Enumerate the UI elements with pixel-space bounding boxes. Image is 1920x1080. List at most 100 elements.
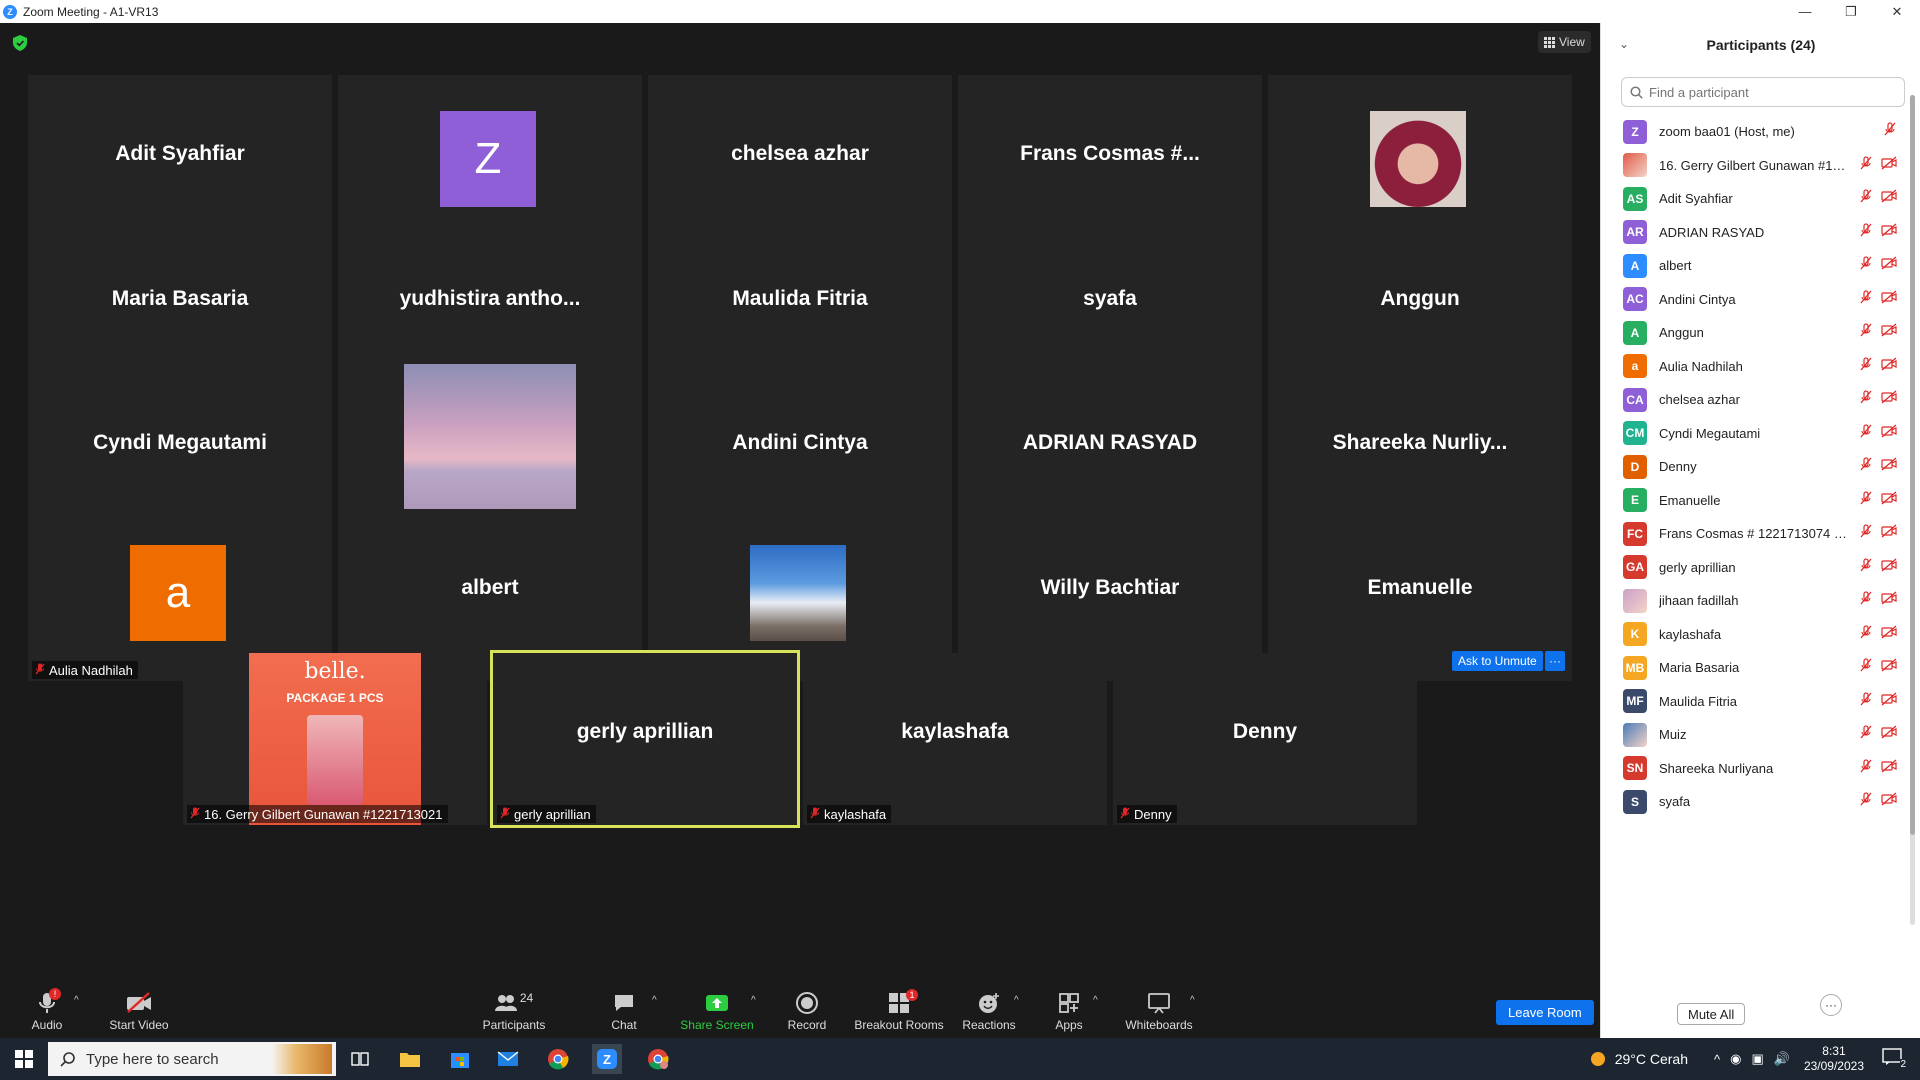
video-off-icon[interactable] xyxy=(1881,156,1897,175)
view-button[interactable]: View xyxy=(1538,31,1591,53)
video-off-icon[interactable] xyxy=(1881,558,1897,577)
participants-button[interactable]: 24 Participants xyxy=(478,983,550,1038)
video-off-icon[interactable] xyxy=(1881,591,1897,610)
muted-mic-icon[interactable] xyxy=(1883,122,1897,141)
notifications-icon[interactable]: 2 xyxy=(1882,1048,1906,1070)
muted-mic-icon[interactable] xyxy=(1859,792,1873,811)
muted-mic-icon[interactable] xyxy=(1859,155,1873,175)
participant-row[interactable]: AR ADRIAN RASYAD xyxy=(1601,216,1911,249)
video-tile[interactable]: Denny Denny xyxy=(1113,653,1417,825)
participant-row[interactable]: Ssyafa xyxy=(1601,785,1911,818)
muted-mic-icon[interactable] xyxy=(1859,658,1873,677)
muted-mic-icon[interactable] xyxy=(1859,390,1873,409)
chrome-profile-icon[interactable] xyxy=(644,1045,672,1073)
chrome-icon[interactable] xyxy=(544,1045,572,1073)
record-button[interactable]: Record xyxy=(784,983,830,1038)
participant-row[interactable]: 16. Gerry Gilbert Gunawan #12... xyxy=(1601,149,1911,182)
muted-mic-icon[interactable] xyxy=(1859,423,1873,443)
muted-mic-icon[interactable] xyxy=(1859,457,1873,476)
muted-mic-icon[interactable] xyxy=(1859,356,1873,376)
muted-mic-icon[interactable] xyxy=(1859,256,1873,275)
video-tile[interactable]: gerly aprillian gerly aprillian xyxy=(490,650,800,828)
video-off-icon[interactable] xyxy=(1881,725,1897,744)
video-off-icon[interactable] xyxy=(1881,524,1897,543)
share-options-caret[interactable]: ^ xyxy=(751,995,756,1006)
muted-mic-icon[interactable] xyxy=(1859,725,1873,744)
participant-row[interactable]: Kkaylashafa xyxy=(1601,618,1911,651)
taskbar-search[interactable]: Type here to search xyxy=(48,1042,336,1076)
mail-icon[interactable] xyxy=(494,1045,522,1073)
muted-mic-icon[interactable] xyxy=(1859,691,1873,711)
muted-mic-icon[interactable] xyxy=(1859,289,1873,309)
participant-row[interactable]: A Anggun xyxy=(1601,316,1911,349)
audio-button[interactable]: Audio ! xyxy=(22,983,72,1038)
video-off-icon[interactable] xyxy=(1881,658,1897,677)
muted-mic-icon[interactable] xyxy=(1859,557,1873,577)
minimize-button[interactable]: — xyxy=(1782,0,1828,23)
audio-options-caret[interactable]: ^ xyxy=(74,995,79,1006)
muted-mic-icon[interactable] xyxy=(1859,222,1873,242)
video-off-icon[interactable] xyxy=(1881,189,1897,208)
encryption-shield-icon[interactable] xyxy=(13,35,27,51)
clock[interactable]: 8:31 23/09/2023 xyxy=(1804,1044,1864,1074)
participant-search-input[interactable] xyxy=(1649,84,1889,100)
video-tile[interactable]: kaylashafa kaylashafa xyxy=(803,653,1107,825)
participant-row[interactable]: Aalbert xyxy=(1601,249,1911,282)
video-off-icon[interactable] xyxy=(1881,625,1897,644)
whiteboards-button[interactable]: Whiteboards xyxy=(1122,983,1196,1038)
close-button[interactable]: ✕ xyxy=(1874,0,1920,23)
leave-room-button[interactable]: Leave Room xyxy=(1496,1000,1594,1025)
start-windows-icon[interactable] xyxy=(10,1045,38,1073)
muted-mic-icon[interactable] xyxy=(1859,758,1873,778)
network-icon[interactable]: ▣ xyxy=(1751,1051,1763,1067)
muted-mic-icon[interactable] xyxy=(1859,591,1873,610)
video-off-icon[interactable] xyxy=(1881,424,1897,443)
muted-mic-icon[interactable] xyxy=(1859,624,1873,644)
chat-button[interactable]: Chat xyxy=(604,983,644,1038)
participant-row[interactable]: MF Maulida Fitria xyxy=(1601,685,1911,718)
muted-mic-icon[interactable] xyxy=(1859,490,1873,510)
scrollbar-thumb[interactable] xyxy=(1910,95,1915,835)
breakout-rooms-button[interactable]: Breakout Rooms 1 xyxy=(852,983,946,1038)
participant-row[interactable]: Zzoom baa01 (Host, me) xyxy=(1601,115,1911,148)
video-off-icon[interactable] xyxy=(1881,223,1897,242)
participant-row[interactable]: SN Shareeka Nurliyana xyxy=(1601,752,1911,785)
whiteboards-options-caret[interactable]: ^ xyxy=(1190,995,1195,1006)
participant-row[interactable]: D Denny xyxy=(1601,450,1911,483)
participant-row[interactable]: GA gerly aprillian xyxy=(1601,551,1911,584)
share-screen-button[interactable]: Share Screen xyxy=(680,983,754,1038)
panel-more-button[interactable]: ··· xyxy=(1820,994,1842,1016)
muted-mic-icon[interactable] xyxy=(1859,323,1873,342)
participant-list-scrollbar[interactable] xyxy=(1910,95,1915,925)
show-hidden-icons-chevron-icon[interactable]: ^ xyxy=(1714,1052,1720,1067)
participant-row[interactable]: CA chelsea azhar xyxy=(1601,383,1911,416)
video-off-icon[interactable] xyxy=(1881,457,1897,476)
video-off-icon[interactable] xyxy=(1881,390,1897,409)
video-tile[interactable]: belle. PACKAGE 1 PCS 16. Gerry Gilbert Gun… xyxy=(183,653,487,825)
video-off-icon[interactable] xyxy=(1881,323,1897,342)
reactions-button[interactable]: Reactions xyxy=(960,983,1018,1038)
video-off-icon[interactable] xyxy=(1881,692,1897,711)
participant-row[interactable]: a Aulia Nadhilah xyxy=(1601,350,1911,383)
weather-text[interactable]: 29°C Cerah xyxy=(1615,1051,1688,1067)
video-off-icon[interactable] xyxy=(1881,491,1897,510)
start-video-button[interactable]: Start Video xyxy=(104,983,174,1038)
participant-row[interactable]: jihaan fadillah xyxy=(1601,584,1911,617)
zoom-tray-icon[interactable]: ◉ xyxy=(1730,1051,1741,1067)
task-view-icon[interactable] xyxy=(346,1045,374,1073)
muted-mic-icon[interactable] xyxy=(1859,189,1873,208)
participant-row[interactable]: AC Andini Cintya xyxy=(1601,283,1911,316)
reactions-options-caret[interactable]: ^ xyxy=(1014,995,1019,1006)
participant-row[interactable]: AS Adit Syahfiar xyxy=(1601,182,1911,215)
microsoft-store-icon[interactable] xyxy=(446,1045,474,1073)
zoom-taskbar-icon[interactable]: Z xyxy=(592,1044,622,1074)
apps-options-caret[interactable]: ^ xyxy=(1093,995,1098,1006)
participant-row[interactable]: FC Frans Cosmas # 1221713074 #... xyxy=(1601,517,1911,550)
video-off-icon[interactable] xyxy=(1881,759,1897,778)
video-off-icon[interactable] xyxy=(1881,357,1897,376)
volume-icon[interactable]: 🔊 xyxy=(1774,1051,1790,1067)
file-explorer-icon[interactable] xyxy=(396,1045,424,1073)
chat-options-caret[interactable]: ^ xyxy=(652,995,657,1006)
tile-more-button[interactable]: ··· xyxy=(1545,651,1565,671)
video-off-icon[interactable] xyxy=(1881,290,1897,309)
